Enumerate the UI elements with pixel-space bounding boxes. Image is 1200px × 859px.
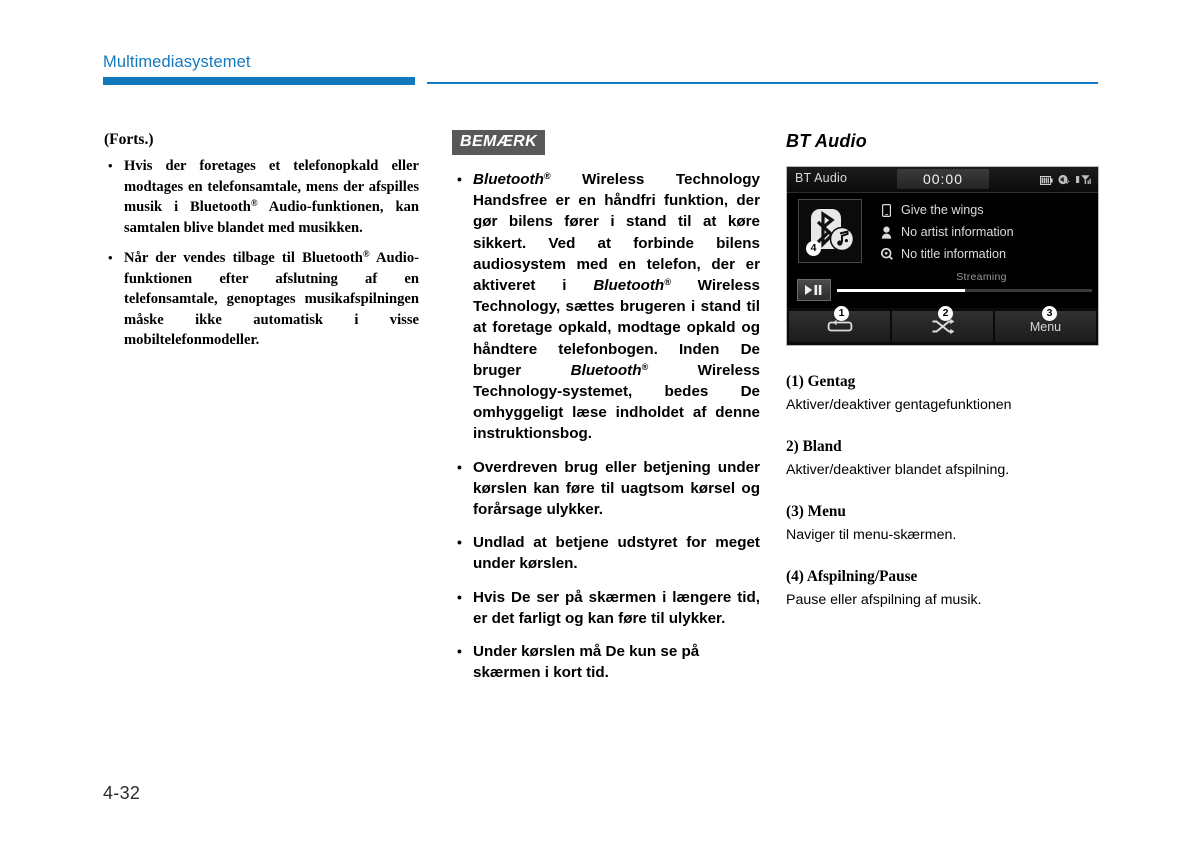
progress-bar[interactable] [837,289,1092,292]
callout-descriptions: (1) Gentag Aktiver/deaktiver gentagefunkt… [786,372,1099,610]
track-line: No artist information [879,222,1089,242]
note-item-text: Wireless Technology Handsfree er en hånd… [473,171,760,295]
note-item: Bluetooth® Wireless Technology Handsfree… [452,169,760,445]
description-block: (4) Afspilning/Pause Pause eller afspilni… [786,567,1099,610]
header-rule-thick [103,77,415,85]
registered-mark: ® [664,277,671,288]
description-block: (3) Menu Naviger til menu-skærmen. [786,502,1099,545]
play-pause-icon [805,285,822,295]
media-info-area: Give the wings No artist information No … [787,193,1098,303]
list-item: Når der vendes tilbage til Bluetooth® Au… [104,248,419,351]
clock-box: 00:00 [897,169,989,189]
description-body: Aktiver/deaktiver gentagefunktionen [786,397,1012,413]
battery-icon [1040,172,1053,190]
note-item: Undlad at betjene udstyret for meget und… [452,532,760,574]
track-title: Give the wings [901,203,984,217]
note-item-text: Bluetooth [593,277,665,295]
description-block: 2) Bland Aktiver/deaktiver blandet afspil… [786,437,1099,480]
note-badge: BEMÆRK [452,130,546,155]
page-title: Multimediasystemet [103,53,251,71]
artist-person-icon [879,226,894,239]
description-title: (3) Menu [786,503,846,520]
device-phone-icon [879,203,894,217]
continued-label: (Forts.) [104,131,154,148]
description-title: (1) Gentag [786,373,856,390]
streaming-status-label: Streaming [956,271,1007,283]
note-item: Overdreven brug eller betjening under kø… [452,457,760,521]
note-item-text: Under kørslen må De kun se på skærmen i … [473,643,700,682]
left-column: (Forts.) Hvis der foretages et telefonop… [104,130,419,361]
note-item-text: Bluetooth [473,171,544,188]
track-line: No title information [879,244,1089,264]
header-rule-thin [427,82,1098,84]
right-column: BT Audio BT Audio 00:00 Give the wings N… [786,130,1099,610]
description-title: (4) Afspilning/Pause [786,568,918,585]
note-item: Hvis De ser på skærmen i længere tid, er… [452,587,760,629]
status-icon-group [1040,172,1092,190]
screen-status-bar: BT Audio 00:00 [787,167,1098,193]
left-bullet-list: Hvis der foretages et telefonopkald elle… [104,156,419,351]
track-line: Give the wings [879,200,1089,220]
list-item: Hvis der foretages et telefonopkald elle… [104,156,419,238]
note-item: Under kørslen må De kun se på skærmen i … [452,641,760,683]
callout-3: 3 [1042,306,1057,321]
registered-mark: ® [250,198,258,208]
note-bullet-list: Bluetooth® Wireless Technology Handsfree… [452,169,760,683]
middle-column: BEMÆRK Bluetooth® Wireless Technology Ha… [452,130,760,695]
title-disc-icon [879,248,894,260]
note-item-text: Undlad at betjene udstyret for meget und… [473,534,760,573]
page-number: 4-32 [103,783,141,803]
page-header: Multimediasystemet [103,52,1098,88]
track-info-list: Give the wings No artist information No … [879,200,1089,266]
callout-1: 1 [834,306,849,321]
section-heading: BT Audio [786,131,867,151]
description-body: Aktiver/deaktiver blandet afspilning. [786,462,1010,478]
progress-bar-fill [837,289,965,292]
note-item-text: Hvis De ser på skærmen i længere tid, er… [473,588,760,627]
list-item-text: Når der vendes tilbage til Bluetooth [124,250,363,266]
description-body: Naviger til menu-skærmen. [786,527,957,543]
registered-mark: ® [362,249,370,259]
callout-2: 2 [938,306,953,321]
track-album: No title information [901,247,1006,261]
head-unit-screen: BT Audio 00:00 Give the wings No artist … [786,166,1099,346]
note-item-text: Overdreven brug eller betjening under kø… [473,458,760,519]
screen-mode-label: BT Audio [795,171,848,185]
clock-text: 00:00 [922,171,964,187]
description-body: Pause eller afspilning af musik. [786,592,982,608]
menu-softkey-label: Menu [1029,319,1062,334]
mute-sound-icon [1058,172,1071,190]
signal-antenna-icon [1076,172,1092,190]
description-block: (1) Gentag Aktiver/deaktiver gentagefunkt… [786,372,1099,415]
play-pause-button[interactable] [797,279,831,301]
note-item-text: Bluetooth [570,361,642,379]
callout-4: 4 [806,241,821,256]
description-title: 2) Bland [786,438,842,455]
track-artist: No artist information [901,225,1014,239]
registered-mark: ® [543,171,551,181]
